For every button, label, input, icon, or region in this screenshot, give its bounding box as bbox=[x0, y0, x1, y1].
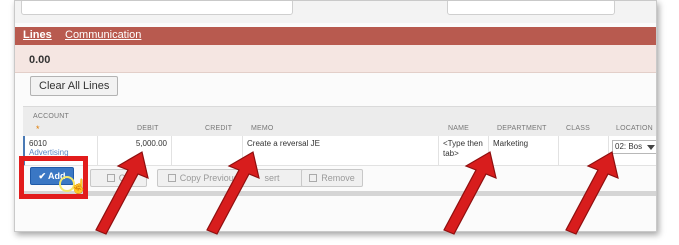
lines-grid-header: ACCOUNT * DEBIT CREDIT MEMO NAME DEPARTM… bbox=[23, 106, 656, 136]
column-class: CLASS bbox=[566, 125, 590, 132]
department-cell[interactable]: Marketing bbox=[489, 136, 559, 166]
insert-label: sert bbox=[264, 173, 280, 183]
column-memo: MEMO bbox=[251, 125, 274, 132]
clear-all-lines-button[interactable]: Clear All Lines bbox=[30, 76, 119, 96]
arrow-to-department-icon bbox=[443, 151, 497, 235]
memo-cell[interactable]: Create a reversal JE bbox=[243, 136, 439, 166]
remove-label: Remove bbox=[321, 173, 355, 183]
subtab-bar: Lines Communication bbox=[15, 27, 656, 45]
required-asterisk: * bbox=[36, 124, 40, 134]
column-account: ACCOUNT bbox=[33, 113, 70, 120]
column-name: NAME bbox=[448, 125, 470, 132]
amount-value: 0.00 bbox=[29, 54, 51, 66]
account-number: 6010 bbox=[29, 139, 47, 148]
top-field-bar bbox=[15, 1, 656, 23]
top-input-left[interactable] bbox=[21, 1, 293, 15]
column-credit: CREDIT bbox=[205, 125, 233, 132]
arrow-to-debit-icon bbox=[95, 151, 149, 235]
tab-communication[interactable]: Communication bbox=[65, 29, 141, 41]
column-department: DEPARTMENT bbox=[497, 125, 547, 132]
top-input-right[interactable] bbox=[447, 1, 615, 15]
arrow-to-location-icon bbox=[565, 151, 619, 235]
chevron-down-icon[interactable] bbox=[647, 145, 655, 150]
column-debit: DEBIT bbox=[137, 125, 159, 132]
hand-cursor-icon: ☝ bbox=[70, 178, 88, 194]
copy-icon bbox=[167, 174, 176, 182]
arrow-to-memo-icon bbox=[206, 151, 260, 235]
tab-lines[interactable]: Lines bbox=[23, 29, 52, 41]
trash-icon bbox=[309, 174, 318, 182]
remove-button[interactable]: Remove bbox=[301, 169, 363, 187]
amount-summary: 0.00 bbox=[15, 45, 656, 73]
column-location: LOCATION bbox=[616, 125, 653, 132]
